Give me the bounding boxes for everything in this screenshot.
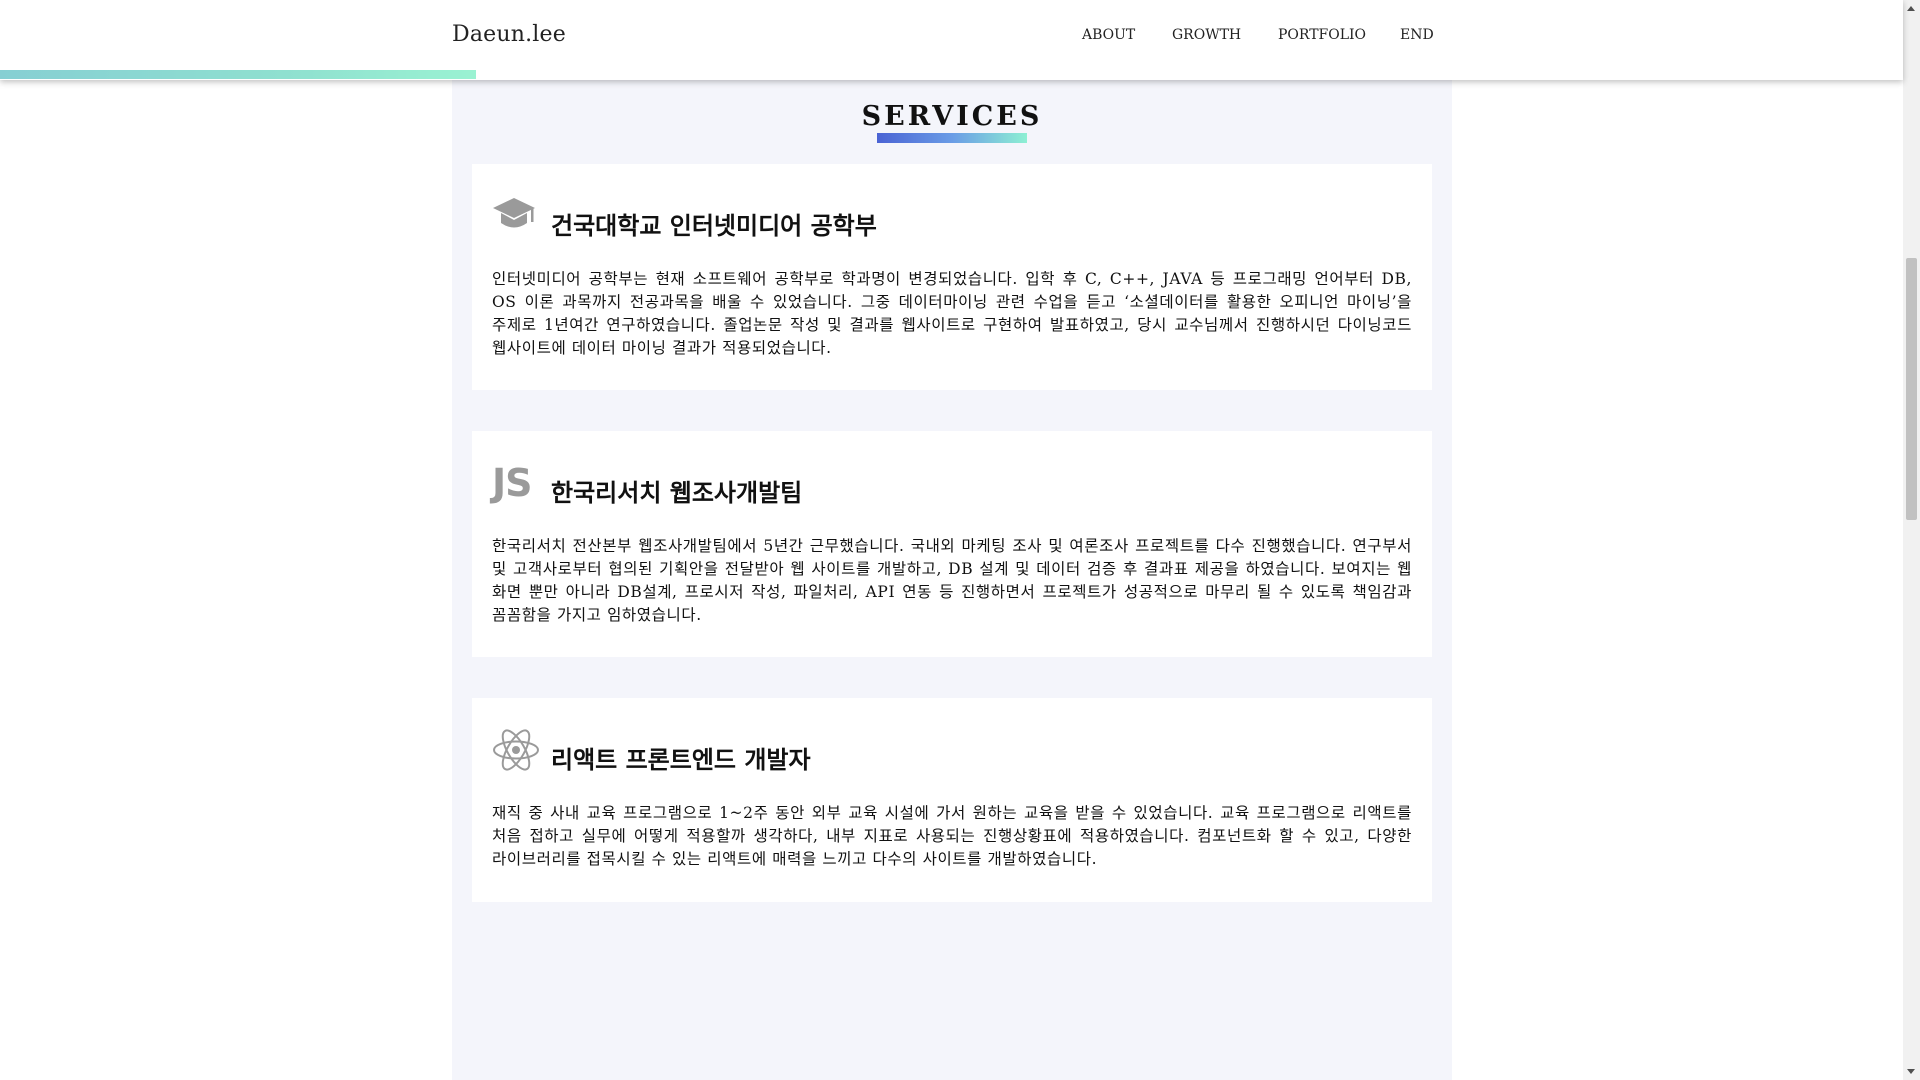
- nav-item-end[interactable]: END: [1400, 27, 1434, 43]
- services-section: SERVICES 건국대학교 인터넷미디어 공학부 인터넷미디어 공학부는 현재…: [452, 0, 1452, 1080]
- card-title: 한국리서치 웹조사개발팀: [551, 479, 803, 507]
- card-description: 한국리서치 전산본부 웹조사개발팀에서 5년간 근무했습니다. 국내외 마케팅 …: [492, 537, 1412, 624]
- react-icon: [492, 728, 539, 772]
- service-card-korea-research: JS 한국리서치 웹조사개발팀 한국리서치 전산본부 웹조사개발팀에서 5년간 …: [472, 431, 1432, 657]
- site-logo[interactable]: Daeun.lee: [452, 22, 566, 47]
- site-header: Daeun.lee ABOUT GROWTH PORTFOLIO END: [0, 0, 1903, 80]
- scroll-up-arrow-icon[interactable]: [1907, 6, 1915, 11]
- nav-item-growth[interactable]: GROWTH: [1172, 27, 1241, 43]
- service-card-react-developer: 리액트 프론트엔드 개발자 재직 중 사내 교육 프로그램으로 1~2주 동안 …: [472, 698, 1432, 902]
- nav-item-portfolio[interactable]: PORTFOLIO: [1278, 27, 1366, 43]
- scrollbar-thumb[interactable]: [1906, 258, 1917, 520]
- graduation-cap-icon: [492, 194, 536, 238]
- service-card-university: 건국대학교 인터넷미디어 공학부 인터넷미디어 공학부는 현재 소프트웨어 공학…: [472, 164, 1432, 390]
- vertical-scrollbar[interactable]: [1903, 0, 1920, 1080]
- section-title: SERVICES: [861, 101, 1043, 132]
- nav-item-about[interactable]: ABOUT: [1082, 27, 1135, 43]
- section-title-underline: [877, 133, 1027, 143]
- card-description: 인터넷미디어 공학부는 현재 소프트웨어 공학부로 학과명이 변경되었습니다. …: [492, 270, 1412, 357]
- scroll-down-arrow-icon[interactable]: [1907, 1069, 1915, 1074]
- scroll-progress-bar: [0, 70, 1903, 79]
- card-title: 리액트 프론트엔드 개발자: [551, 746, 811, 774]
- scroll-progress-fill: [0, 70, 476, 79]
- card-description: 재직 중 사내 교육 프로그램으로 1~2주 동안 외부 교육 시설에 가서 원…: [492, 804, 1412, 868]
- card-title: 건국대학교 인터넷미디어 공학부: [551, 212, 877, 240]
- javascript-icon: JS: [492, 461, 533, 505]
